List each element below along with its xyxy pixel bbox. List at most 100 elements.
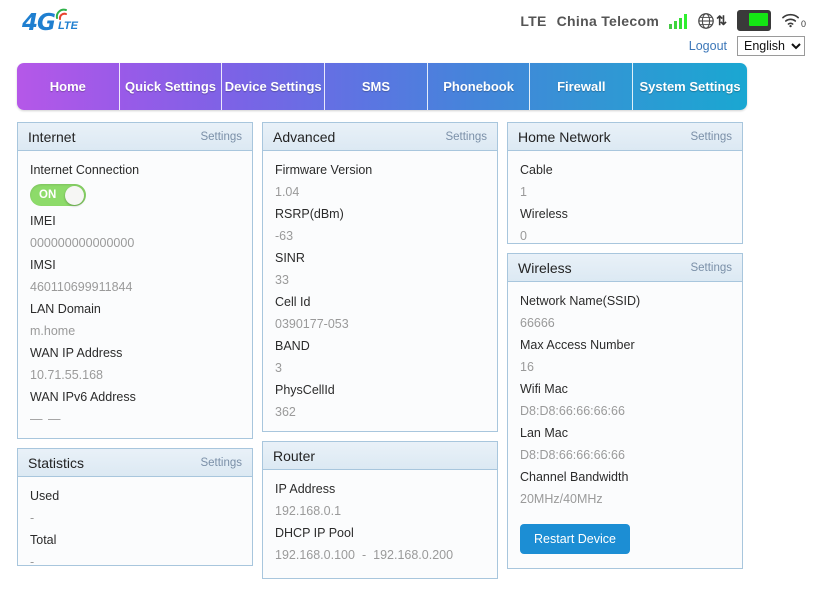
panel-statistics-header: Statistics Settings: [18, 449, 252, 477]
wifi-mac-value: D8:D8:66:66:66:66: [520, 404, 625, 418]
panel-router: Router IP Address 192.168.0.1 DHCP IP Po…: [262, 441, 498, 579]
panel-advanced-header: Advanced Settings: [263, 123, 497, 151]
tab-system-settings[interactable]: System Settings: [633, 63, 747, 110]
lan-domain-value: m.home: [30, 324, 76, 338]
router-ip-value: 192.168.0.1: [275, 504, 342, 518]
imsi-value: 460110699911844: [30, 280, 133, 294]
logo-text-4g: 4G: [22, 10, 56, 36]
channel-bandwidth-label: Channel Bandwidth: [520, 470, 629, 484]
panel-home-network: Home Network Settings Cable 1 Wireless 0: [507, 122, 743, 244]
panel-advanced-settings-link[interactable]: Settings: [445, 131, 487, 143]
rsrp-value: -63: [275, 229, 294, 243]
imsi-label: IMSI: [30, 258, 56, 272]
panel-statistics-body: Used - Total -: [18, 477, 252, 569]
panel-internet-body: Internet Connection ON IMEI 000000000000…: [18, 151, 252, 438]
tab-phonebook[interactable]: Phonebook: [428, 63, 531, 110]
channel-bandwidth-value: 20MHz/40MHz: [520, 492, 603, 506]
wan-ipv6-value: — —: [30, 412, 62, 426]
panel-wireless-header: Wireless Settings: [508, 254, 742, 282]
phys-cell-id-label: PhysCellId: [275, 383, 335, 397]
tab-home[interactable]: Home: [17, 63, 120, 110]
firmware-version-label: Firmware Version: [275, 163, 373, 177]
wan-ip-value: 10.71.55.168: [30, 368, 103, 382]
panel-internet-header: Internet Settings: [18, 123, 252, 151]
panel-router-body: IP Address 192.168.0.1 DHCP IP Pool 192.…: [263, 470, 497, 578]
logout-link[interactable]: Logout: [689, 39, 727, 53]
panel-statistics-settings-link[interactable]: Settings: [200, 457, 242, 469]
panel-wireless-body: Network Name(SSID) 66666 Max Access Numb…: [508, 282, 742, 568]
signal-arc-icon: [55, 8, 67, 20]
battery-fill: [749, 13, 768, 26]
language-select[interactable]: English: [737, 36, 805, 56]
column-middle: Advanced Settings Firmware Version 1.04 …: [262, 122, 498, 588]
panel-statistics-title: Statistics: [28, 454, 85, 471]
column-left: Internet Settings Internet Connection ON…: [17, 122, 253, 588]
used-value: -: [30, 511, 35, 525]
panel-advanced-title: Advanced: [273, 128, 336, 145]
tab-device-settings[interactable]: Device Settings: [222, 63, 326, 110]
sinr-label: SINR: [275, 251, 305, 265]
panel-wireless: Wireless Settings Network Name(SSID) 666…: [507, 253, 743, 569]
panel-wireless-title: Wireless: [518, 259, 572, 276]
panel-advanced-body: Firmware Version 1.04 RSRP(dBm) -63 SINR…: [263, 151, 497, 431]
firmware-version-value: 1.04: [275, 185, 300, 199]
tab-quick-settings[interactable]: Quick Settings: [120, 63, 223, 110]
max-access-number-value: 16: [520, 360, 534, 374]
globe-icon: ⇅: [697, 12, 727, 30]
toggle-state-label: ON: [39, 189, 57, 201]
internet-connection-toggle[interactable]: ON: [30, 184, 86, 206]
imei-label: IMEI: [30, 214, 56, 228]
wireless-clients-value: 0: [520, 229, 527, 243]
battery-icon: [737, 10, 771, 31]
internet-connection-label: Internet Connection: [30, 163, 140, 177]
dhcp-pool-start: 192.168.0.100: [275, 548, 355, 562]
wifi-glyph: [782, 13, 799, 28]
wifi-icon: 0: [781, 12, 806, 29]
signal-bars-icon: [669, 13, 688, 29]
wan-ipv6-label: WAN IPv6 Address: [30, 390, 136, 404]
panel-internet: Internet Settings Internet Connection ON…: [17, 122, 253, 439]
total-label: Total: [30, 533, 57, 547]
lan-domain-label: LAN Domain: [30, 302, 101, 316]
dhcp-pool-range: 192.168.0.100 - 192.168.0.200: [275, 544, 485, 566]
restart-device-button[interactable]: Restart Device: [520, 524, 630, 554]
tab-sms[interactable]: SMS: [325, 63, 428, 110]
wan-ip-label: WAN IP Address: [30, 346, 123, 360]
dhcp-pool-label: DHCP IP Pool: [275, 526, 354, 540]
wifi-mac-label: Wifi Mac: [520, 382, 568, 396]
ssid-value: 66666: [520, 316, 555, 330]
panel-internet-settings-link[interactable]: Settings: [200, 131, 242, 143]
panel-router-title: Router: [273, 447, 316, 464]
panel-home-network-settings-link[interactable]: Settings: [690, 131, 732, 143]
top-bar: 4G LTE LTE China Telecom ⇅ 0 Logout Engl…: [0, 0, 823, 60]
panel-router-header: Router: [263, 442, 497, 470]
band-label: BAND: [275, 339, 310, 353]
used-label: Used: [30, 489, 60, 503]
globe-glyph: [698, 12, 714, 29]
cable-label: Cable: [520, 163, 553, 177]
toggle-knob: [65, 185, 84, 205]
brand-logo: 4G LTE: [22, 6, 94, 40]
max-access-number-label: Max Access Number: [520, 338, 635, 352]
panel-home-network-title: Home Network: [518, 128, 611, 145]
main-navigation: Home Quick Settings Device Settings SMS …: [17, 63, 747, 110]
panel-internet-title: Internet: [28, 128, 76, 145]
band-value: 3: [275, 361, 282, 375]
sinr-value: 33: [275, 273, 289, 287]
cable-value: 1: [520, 185, 527, 199]
imei-value: 000000000000000: [30, 236, 135, 250]
wireless-clients-label: Wireless: [520, 207, 568, 221]
ssid-label: Network Name(SSID): [520, 294, 641, 308]
account-controls: Logout English: [689, 36, 805, 56]
wifi-client-count: 0: [800, 19, 806, 29]
total-value: -: [30, 555, 35, 569]
status-indicators: LTE China Telecom ⇅ 0: [520, 10, 806, 31]
panel-wireless-settings-link[interactable]: Settings: [690, 262, 732, 274]
dashboard-columns: Internet Settings Internet Connection ON…: [17, 122, 747, 588]
carrier-label: China Telecom: [556, 12, 660, 29]
dhcp-pool-separator: -: [361, 548, 367, 562]
network-mode-label: LTE: [520, 12, 547, 29]
lan-mac-value: D8:D8:66:66:66:66: [520, 448, 625, 462]
cell-id-value: 0390177-053: [275, 317, 349, 331]
tab-firewall[interactable]: Firewall: [530, 63, 634, 110]
